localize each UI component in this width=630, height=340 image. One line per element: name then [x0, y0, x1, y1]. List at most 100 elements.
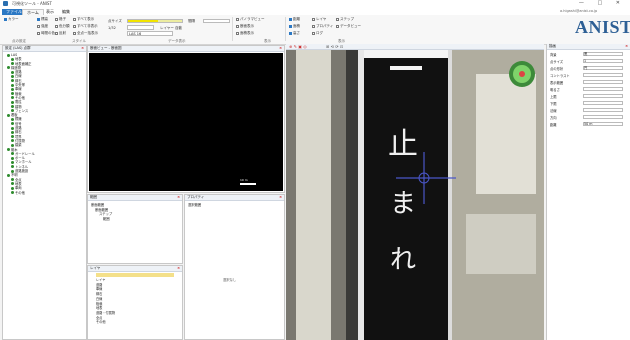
render-prop-value[interactable]: 円 — [583, 66, 623, 70]
group-label: 表示 — [264, 39, 271, 43]
interval-slider[interactable] — [203, 19, 230, 23]
level-dropdown[interactable] — [127, 25, 154, 30]
layer-visible-icon[interactable] — [11, 117, 14, 121]
elevation-toggle[interactable]: 標高 — [37, 17, 48, 22]
property-panel-header: プロパティ × — [185, 195, 284, 201]
layer-visible-icon[interactable] — [11, 70, 14, 74]
area-button[interactable]: 面積 — [289, 24, 300, 29]
step-button[interactable]: ステップ — [336, 17, 354, 22]
panorama-toggle[interactable]: パノラマビュー — [236, 17, 265, 22]
dataview-button[interactable]: データビュー — [336, 24, 361, 29]
layer-visible-icon[interactable] — [7, 53, 10, 57]
layer-visible-icon[interactable] — [11, 122, 14, 126]
render-prop-value[interactable]: 50 m — [583, 122, 623, 126]
render-prop-value[interactable] — [583, 115, 623, 119]
render-prop-value[interactable]: 1 — [583, 59, 623, 63]
classify-toggle[interactable]: 色分類 — [55, 24, 70, 29]
layer-panel: 設定 (LAS) 点群 × LAS 地表 地表面補正 構造物 道路 白線 縁石 中央帯 車線 植栽そ… — [2, 45, 87, 340]
scale-bar — [240, 183, 256, 185]
intensity-toggle[interactable]: 強度 — [37, 24, 48, 29]
layer-visible-icon[interactable] — [11, 186, 14, 190]
reflect-toggle[interactable]: 反射 — [55, 31, 66, 36]
show-all-toggle[interactable]: すべて表示 — [73, 17, 94, 22]
layer-visible-icon[interactable] — [11, 57, 14, 61]
close-icon[interactable]: × — [279, 46, 282, 51]
render-prop-label: 点サイズ — [550, 60, 564, 64]
title-bar: 可視化ツール - ANIST — □ ✕ — [0, 0, 630, 8]
layer-visible-icon[interactable] — [11, 156, 14, 160]
render-prop-value[interactable] — [583, 101, 623, 105]
layer-visible-icon[interactable] — [11, 130, 14, 134]
render-prop-value[interactable] — [583, 94, 623, 98]
layer-list-item[interactable]: その他 — [96, 320, 174, 325]
range-item[interactable]: 範囲 — [91, 217, 179, 222]
height-button[interactable]: 高さ — [289, 31, 300, 36]
close-icon[interactable]: × — [177, 195, 180, 200]
layer-visible-icon[interactable] — [11, 135, 14, 139]
layer-visible-icon[interactable] — [11, 139, 14, 143]
render-prop-label: 下限 — [550, 102, 557, 106]
layer-visible-icon[interactable] — [11, 160, 14, 164]
grid-toggle[interactable]: 格子 — [55, 17, 66, 22]
layer-tree: LAS 地表 地表面補正 構造物 道路 白線 縁石 中央帯 車線 植栽 その他 電柱 建物 フェンス 看板標… — [3, 52, 86, 196]
point-cloud-view[interactable]: 止 ま れ — [286, 44, 544, 340]
tool-icons[interactable]: ⊕ ✎ ▣ ◎ — [289, 44, 307, 49]
layer-visible-icon[interactable] — [7, 173, 10, 177]
layer-visible-icon[interactable] — [11, 74, 14, 78]
close-icon[interactable]: × — [177, 266, 180, 271]
layer-visible-icon[interactable] — [11, 126, 14, 130]
layer-item[interactable]: その他 — [5, 191, 84, 195]
tool-icons[interactable]: ⊞ ⟲ ⟳ ⊡ — [326, 44, 343, 49]
layer-list-header: レイヤ × — [88, 266, 182, 272]
layer-visible-icon[interactable] — [11, 87, 14, 91]
las-dropdown[interactable]: LAS 16 — [127, 31, 173, 36]
layer-visible-icon[interactable] — [11, 182, 14, 186]
layer-visible-icon[interactable] — [11, 83, 14, 87]
layer-list-toolbar[interactable] — [96, 273, 174, 277]
layer-visible-icon[interactable] — [11, 109, 14, 113]
layer-visible-icon[interactable] — [7, 113, 10, 117]
distance-button[interactable]: 距離 — [289, 17, 300, 22]
layer-visible-icon[interactable] — [11, 191, 14, 194]
layer-visible-icon[interactable] — [11, 169, 14, 173]
close-icon[interactable]: × — [279, 195, 282, 200]
time-color-toggle[interactable]: 時間の色 — [37, 31, 55, 36]
render-prop-value[interactable] — [583, 80, 623, 84]
layer-visible-icon[interactable] — [11, 165, 14, 169]
range-panel-header: 範囲 × — [88, 195, 182, 201]
layer-visible-icon[interactable] — [11, 143, 14, 147]
log-button[interactable]: ログ — [312, 31, 323, 36]
close-icon[interactable]: × — [625, 44, 628, 49]
hide-all-toggle[interactable]: すべて非表示 — [73, 24, 98, 29]
layer-visible-icon[interactable] — [11, 178, 14, 182]
section-view-canvas[interactable] — [89, 53, 283, 191]
render-prop-value[interactable] — [583, 108, 623, 112]
layer-visible-icon[interactable] — [7, 148, 10, 152]
show-points-toggle[interactable]: 全点一括表示 — [73, 31, 98, 36]
window-controls[interactable]: — □ ✕ — [579, 0, 626, 6]
layer-visible-icon[interactable] — [11, 79, 14, 83]
layer-visible-icon[interactable] — [11, 100, 14, 104]
group-label: 点の設定 — [12, 39, 26, 43]
layer-visible-icon[interactable] — [11, 152, 14, 156]
layer-visible-icon[interactable] — [11, 92, 14, 96]
render-prop-label: 明るさ — [550, 88, 560, 92]
render-prop-value[interactable]: 黒 — [583, 52, 623, 56]
layer-visible-icon[interactable] — [11, 96, 14, 100]
compass-center — [519, 71, 525, 77]
layer-visible-icon[interactable] — [11, 105, 14, 109]
road-text: ま — [390, 189, 416, 219]
property-button[interactable]: プロパティ — [312, 24, 333, 29]
interval-label: 間隔 — [188, 19, 195, 23]
render-prop-value[interactable] — [583, 73, 623, 77]
layer-list: レイヤ 道路 車線 縁石 白線 植栽 地表 道路・付属物 全点 その他 — [88, 278, 182, 325]
close-icon[interactable]: × — [81, 46, 84, 51]
section-toggle[interactable]: 断面表示 — [236, 24, 254, 29]
layer-button[interactable]: レイヤ — [312, 17, 326, 22]
layer-visible-icon[interactable] — [7, 66, 10, 70]
area-toggle[interactable]: 面積表示 — [236, 31, 254, 36]
render-prop-value[interactable] — [583, 87, 623, 91]
layer-visible-icon[interactable] — [11, 62, 14, 66]
color-button[interactable]: カラー — [4, 17, 19, 22]
point-size-slider[interactable] — [127, 19, 183, 23]
